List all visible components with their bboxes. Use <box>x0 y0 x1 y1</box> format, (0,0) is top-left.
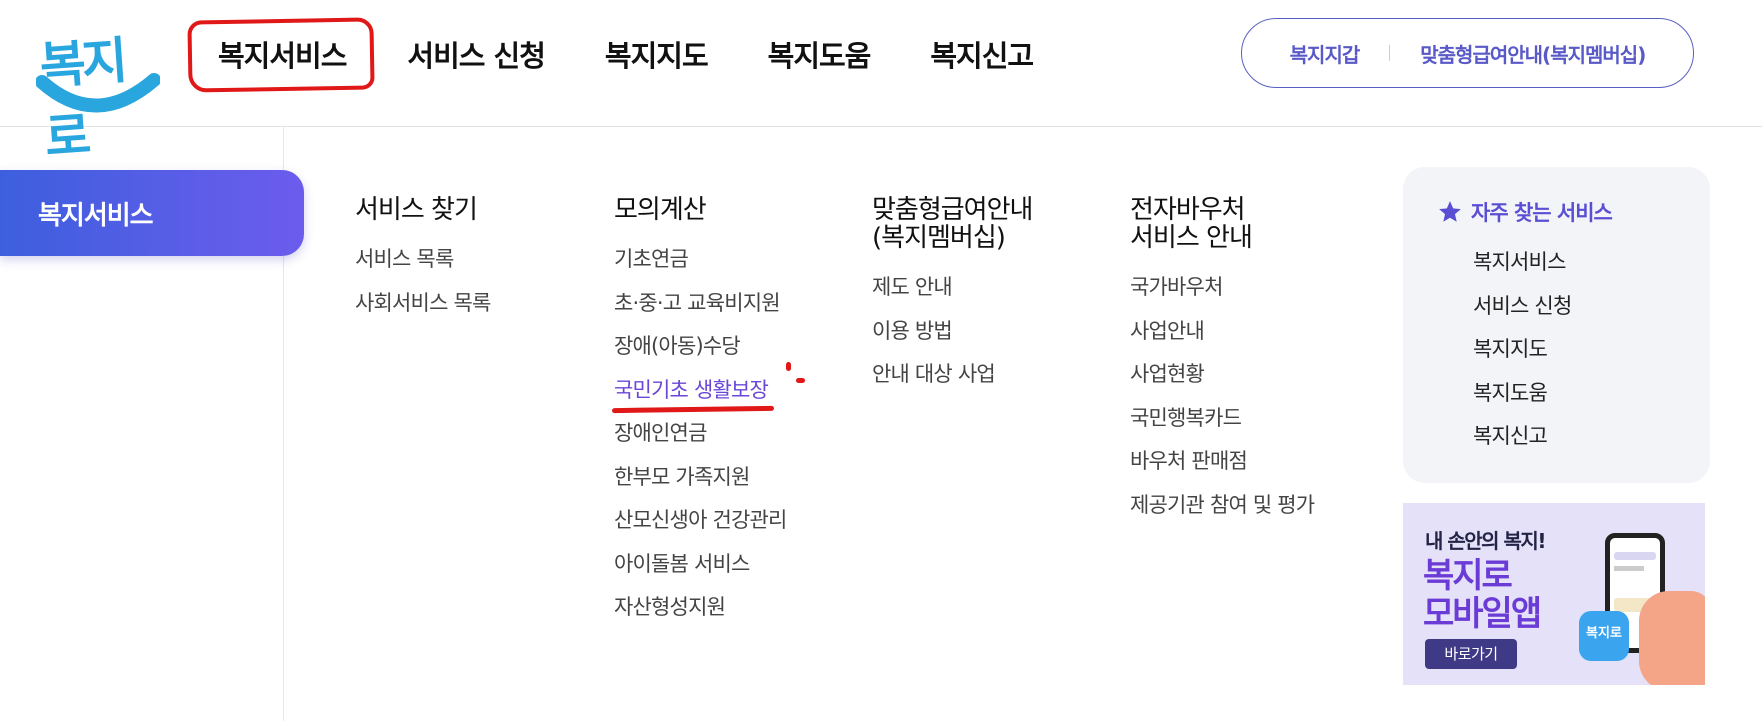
column-title-line1: 맞춤형급여안내 <box>872 195 1033 225</box>
annotation-underline <box>611 405 775 413</box>
site-logo[interactable]: 복지로 <box>36 14 166 167</box>
menu-column-membership: 맞춤형급여안내 (복지멤버십) 제도 안내 이용 방법 안내 대상 사업 <box>872 195 1033 403</box>
menu-item-maternal-newborn-care[interactable]: 산모신생아 건강관리 <box>614 505 787 549</box>
logo-smile-icon <box>36 73 160 113</box>
gnb-item-welfare-help[interactable]: 복지도움 <box>768 33 872 75</box>
menu-item-provider-evaluation[interactable]: 제공기관 참여 및 평가 <box>1130 490 1315 534</box>
favorite-item-service-apply[interactable]: 서비스 신청 <box>1473 291 1572 335</box>
menu-item-asset-building[interactable]: 자산형성지원 <box>614 592 787 636</box>
favorite-item-welfare-service[interactable]: 복지서비스 <box>1473 247 1571 291</box>
gnb-item-service-apply[interactable]: 서비스 신청 <box>407 33 545 75</box>
menu-item-system-guide[interactable]: 제도 안내 <box>872 272 1032 316</box>
menu-column-simulation: 모의계산 기초연금 초·중·고 교육비지원 장애(아동)수당 국민기초 생활보장… <box>611 195 787 636</box>
column-title-line2: (복지멤버십) <box>872 223 1006 253</box>
menu-item-target-programs[interactable]: 안내 대상 사업 <box>872 359 1032 403</box>
menu-item-service-list[interactable]: 서비스 목록 <box>355 244 491 288</box>
favorite-item-welfare-map[interactable]: 복지지도 <box>1473 334 1571 378</box>
menu-list: 기초연금 초·중·고 교육비지원 장애(아동)수당 국민기초 생활보장 장애인연… <box>611 244 787 636</box>
menu-item-education-support[interactable]: 초·중·고 교육비지원 <box>614 288 787 332</box>
star-icon <box>1439 201 1461 222</box>
menu-item-disability-child-allowance[interactable]: 장애(아동)수당 <box>614 331 787 375</box>
menu-list: 국가바우처 사업안내 사업현황 국민행복카드 바우처 판매점 제공기관 참여 및… <box>1130 272 1315 534</box>
column-title-line2: 서비스 안내 <box>1130 223 1253 253</box>
menu-item-label: 국민기초 생활보장 <box>614 377 769 402</box>
column-title: 모의계산 <box>614 195 707 225</box>
favorites-list: 복지서비스 서비스 신청 복지지도 복지도움 복지신고 <box>1473 247 1572 465</box>
util-links: 복지지갑 맞춤형급여안내(복지멤버십) <box>1241 18 1694 88</box>
column-title: 서비스 찾기 <box>355 195 478 225</box>
annotation-circle <box>187 17 375 93</box>
menu-item-disability-pension[interactable]: 장애인연금 <box>614 418 787 462</box>
favorites-title: 자주 찾는 서비스 <box>1471 201 1613 225</box>
favorites-panel: 자주 찾는 서비스 복지서비스 서비스 신청 복지지도 복지도움 복지신고 <box>1403 167 1710 483</box>
wallet-link[interactable]: 복지지갑 <box>1290 39 1361 68</box>
menu-list: 서비스 목록 사회서비스 목록 <box>355 244 491 331</box>
gnb-item-welfare-report[interactable]: 복지신고 <box>930 33 1034 75</box>
app-icon: 복지로 <box>1579 611 1629 661</box>
annotation-mark <box>786 362 791 371</box>
favorites-header: 자주 찾는 서비스 <box>1437 197 1613 227</box>
menu-column-voucher: 전자바우처 서비스 안내 국가바우처 사업안내 사업현황 국민행복카드 바우처 … <box>1130 195 1315 534</box>
banner-go-button[interactable]: 바로가기 <box>1425 639 1517 669</box>
hand-illustration <box>1639 591 1705 685</box>
annotation-mark <box>796 378 805 383</box>
sidebar-tab-welfare-service[interactable]: 복지서비스 <box>0 170 304 256</box>
menu-item-social-service-list[interactable]: 사회서비스 목록 <box>355 288 491 332</box>
mobile-app-banner[interactable]: 내 손안의 복지! 복지로 모바일앱 바로가기 복지로 <box>1403 503 1705 685</box>
banner-title-line2: 모바일앱 <box>1423 594 1542 634</box>
divider <box>1389 45 1391 61</box>
menu-item-basic-livelihood[interactable]: 국민기초 생활보장 <box>611 375 787 419</box>
gnb-item-welfare-map[interactable]: 복지지도 <box>605 33 709 75</box>
menu-item-happiness-card[interactable]: 국민행복카드 <box>1130 403 1314 447</box>
menu-list: 제도 안내 이용 방법 안내 대상 사업 <box>872 272 1032 403</box>
header: 복지로 복지서비스 서비스 신청 복지지도 복지도움 복지신고 복지지갑 맞춤형… <box>0 0 1762 167</box>
menu-item-single-parent-support[interactable]: 한부모 가족지원 <box>614 462 787 506</box>
global-nav: 복지서비스 서비스 신청 복지지도 복지도움 복지신고 <box>187 14 1093 94</box>
column-title-line1: 전자바우처 <box>1130 195 1246 225</box>
membership-link[interactable]: 맞춤형급여안내(복지멤버십) <box>1420 39 1646 68</box>
menu-column-search: 서비스 찾기 서비스 목록 사회서비스 목록 <box>355 196 491 331</box>
banner-tagline: 내 손안의 복지! <box>1425 529 1546 553</box>
menu-item-basic-pension[interactable]: 기초연금 <box>614 244 787 288</box>
menu-item-program-status[interactable]: 사업현황 <box>1130 359 1314 403</box>
menu-item-voucher-store[interactable]: 바우처 판매점 <box>1130 446 1314 490</box>
gnb-item-welfare-service[interactable]: 복지서비스 <box>187 17 375 93</box>
menu-item-program-guide[interactable]: 사업안내 <box>1130 316 1314 360</box>
favorite-item-welfare-help[interactable]: 복지도움 <box>1473 378 1571 422</box>
favorite-item-welfare-report[interactable]: 복지신고 <box>1473 421 1571 465</box>
menu-item-childcare-service[interactable]: 아이돌봄 서비스 <box>614 549 787 593</box>
menu-item-how-to-use[interactable]: 이용 방법 <box>872 316 1032 360</box>
menu-item-national-voucher[interactable]: 국가바우처 <box>1130 272 1314 316</box>
banner-title-line1: 복지로 <box>1423 556 1513 596</box>
